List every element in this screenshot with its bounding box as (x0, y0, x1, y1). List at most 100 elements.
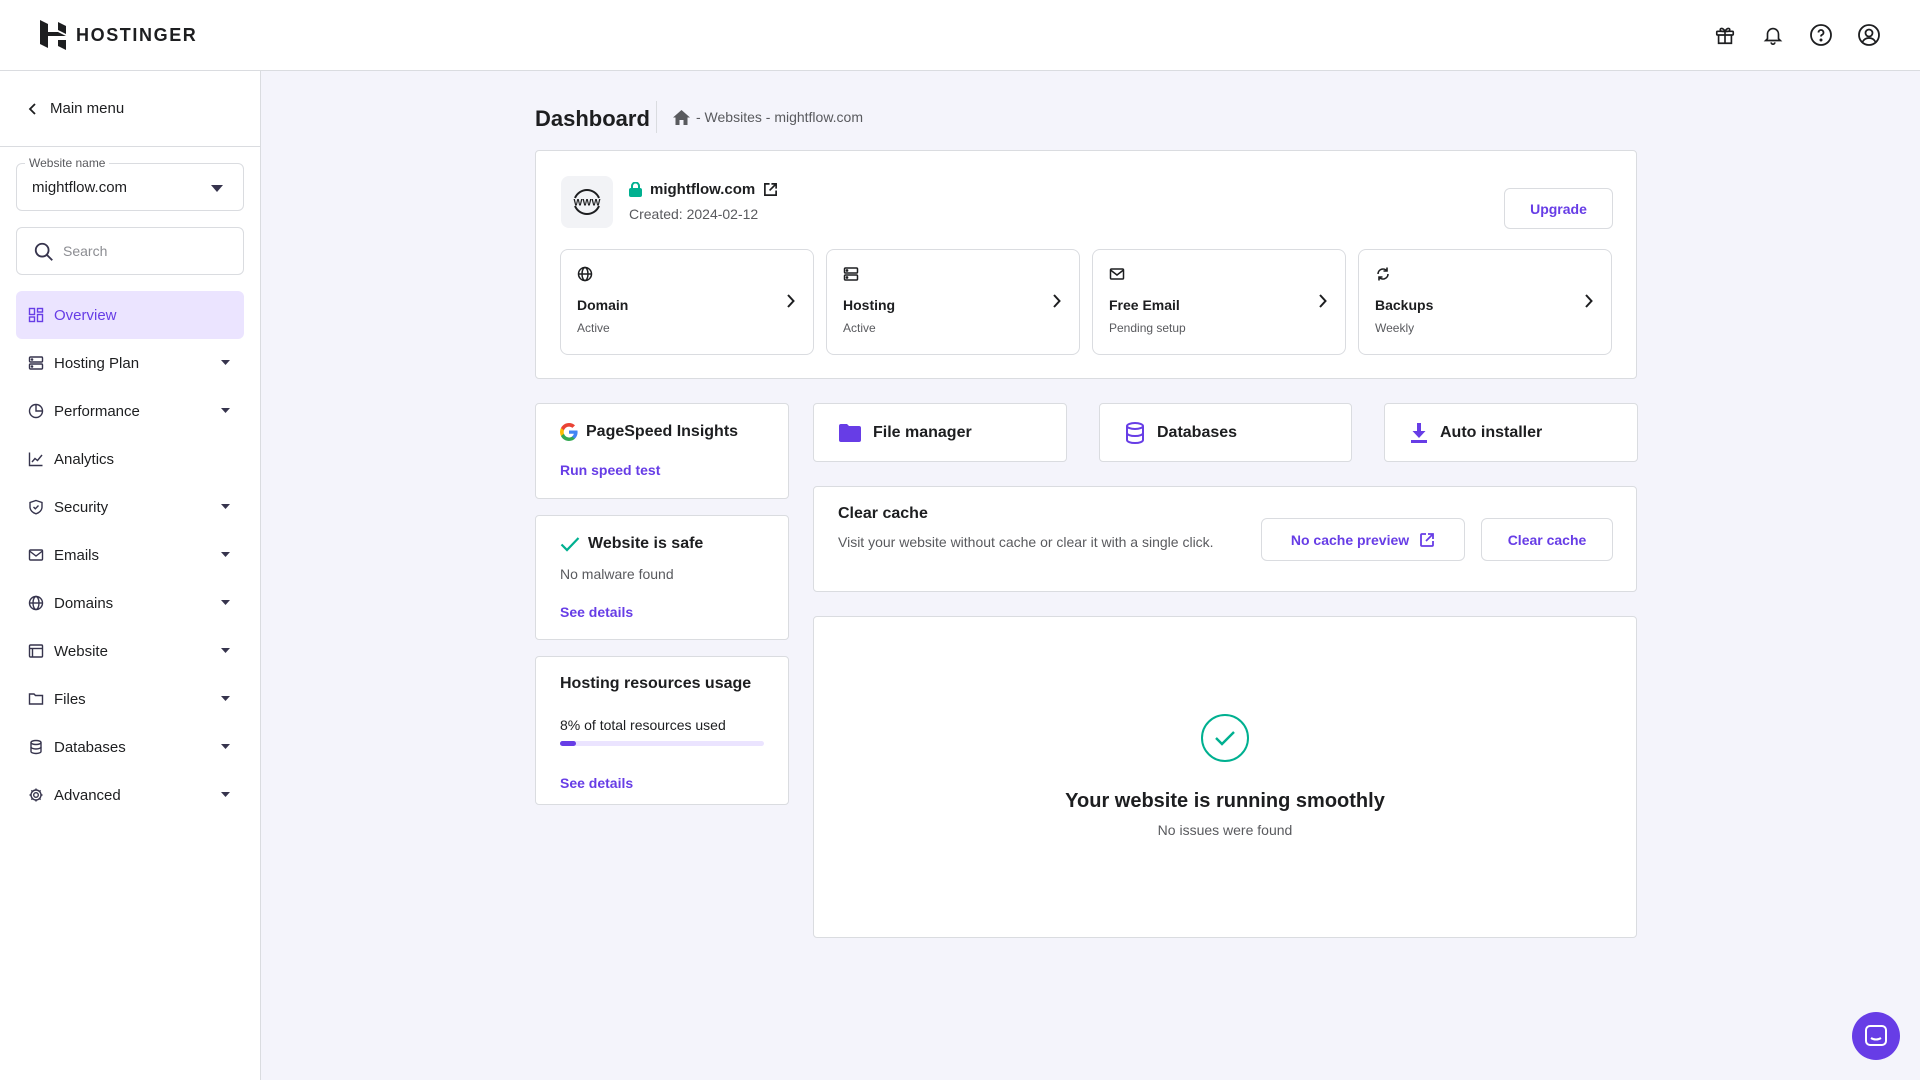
sidebar-item-domains[interactable]: Domains (16, 579, 244, 627)
main-menu-button[interactable]: Main menu (0, 71, 260, 147)
sidebar-item-label: Website (54, 642, 108, 660)
cache-description: Visit your website without cache or clea… (838, 534, 1214, 550)
sidebar-item-label: Overview (54, 306, 117, 324)
chat-icon (1865, 1025, 1887, 1046)
tile-status: Active (577, 321, 610, 335)
chevron-right-icon (1053, 294, 1061, 308)
sidebar-item-security[interactable]: Security (16, 483, 244, 531)
sidebar-item-label: Analytics (54, 450, 115, 468)
refresh-icon (1377, 267, 1389, 281)
caret-down-icon (221, 792, 230, 797)
site-domain-link[interactable]: mightflow.com (650, 181, 755, 198)
tile-title: Domain (577, 297, 629, 313)
upgrade-button[interactable]: Upgrade (1504, 188, 1613, 229)
home-icon[interactable] (673, 109, 690, 125)
sidebar-item-performance[interactable]: Performance (16, 387, 244, 435)
sidebar-item-analytics[interactable]: Analytics (16, 435, 244, 483)
check-icon (560, 537, 580, 552)
file-manager-button[interactable]: File manager (813, 403, 1067, 462)
free-email-tile[interactable]: Free Email Pending setup (1092, 249, 1346, 355)
sidebar-item-label: Security (54, 498, 109, 516)
pagespeed-header: PageSpeed Insights (560, 423, 738, 441)
sidebar-item-label: Hosting Plan (54, 354, 140, 372)
pagespeed-card: PageSpeed Insights Run speed test (535, 403, 789, 499)
download-icon (1411, 422, 1427, 443)
sidebar-item-label: Advanced (54, 786, 121, 804)
chevron-right-icon (1585, 294, 1593, 308)
gift-icon[interactable] (1710, 20, 1740, 50)
chevron-left-icon (28, 102, 36, 115)
chat-support-button[interactable] (1852, 1012, 1900, 1060)
tile-status: Pending setup (1109, 321, 1186, 335)
website-status-card: Your website is running smoothly No issu… (813, 616, 1637, 938)
website-select-legend: Website name (25, 156, 110, 170)
hostinger-logo[interactable]: HOSTINGER (40, 20, 197, 50)
safe-header: Website is safe (560, 535, 703, 553)
sidebar-item-label: Databases (54, 738, 126, 756)
sidebar-item-emails[interactable]: Emails (16, 531, 244, 579)
resources-see-details-link[interactable]: See details (560, 775, 633, 791)
no-cache-preview-label: No cache preview (1290, 531, 1410, 548)
caret-down-icon (221, 600, 230, 605)
lock-icon (629, 182, 642, 197)
help-icon[interactable] (1806, 20, 1836, 50)
folder-icon (839, 423, 861, 442)
run-speed-test-link[interactable]: Run speed test (560, 462, 660, 478)
resources-progress-bar (560, 741, 764, 746)
external-link-icon[interactable] (763, 182, 778, 197)
pagespeed-title: PageSpeed Insights (586, 423, 739, 440)
sidebar-item-files[interactable]: Files (16, 675, 244, 723)
backups-tile[interactable]: Backups Weekly (1358, 249, 1612, 355)
caret-down-icon (221, 504, 230, 509)
safe-title: Website is safe (588, 535, 704, 552)
caret-down-icon (221, 408, 230, 413)
sidebar-item-label: Performance (54, 402, 140, 420)
www-icon: WWW (561, 176, 613, 228)
databases-button[interactable]: Databases (1099, 403, 1352, 462)
account-icon[interactable] (1854, 20, 1884, 50)
header-actions (1710, 20, 1884, 50)
external-link-icon (1420, 532, 1435, 547)
search-icon (34, 242, 53, 261)
globe-icon (28, 595, 44, 611)
quick-action-label: Databases (1157, 423, 1238, 441)
svg-text:WWW: WWW (574, 198, 601, 209)
sidebar-item-label: Files (54, 690, 86, 708)
sidebar-item-databases[interactable]: Databases (16, 723, 244, 771)
top-bar: HOSTINGER (0, 0, 1920, 71)
chevron-right-icon (787, 294, 795, 308)
bell-icon[interactable] (1758, 20, 1788, 50)
domain-tile[interactable]: Domain Active (560, 249, 814, 355)
sidebar-item-overview[interactable]: Overview (16, 291, 244, 339)
caret-down-icon (221, 696, 230, 701)
shield-icon (29, 499, 43, 515)
safe-subtitle: No malware found (560, 566, 674, 582)
sidebar-search (16, 227, 244, 275)
search-input[interactable] (63, 238, 233, 264)
sidebar-nav: Overview Hosting Plan Performance Analyt… (16, 291, 244, 819)
google-icon (560, 423, 578, 441)
mail-icon (1109, 268, 1125, 280)
grid-icon (28, 307, 44, 323)
title-divider (656, 101, 657, 133)
trend-icon (28, 452, 43, 467)
sidebar-item-hosting-plan[interactable]: Hosting Plan (16, 339, 244, 387)
sidebar: Main menu Website name mightflow.com Ove… (0, 71, 261, 1080)
security-see-details-link[interactable]: See details (560, 604, 633, 620)
browser-icon (28, 644, 44, 658)
website-name-select[interactable]: Website name mightflow.com (16, 156, 244, 211)
hosting-tile[interactable]: Hosting Active (826, 249, 1080, 355)
gear-icon (29, 788, 43, 802)
auto-installer-button[interactable]: Auto installer (1384, 403, 1638, 462)
hostinger-logo-icon (40, 20, 66, 50)
website-safe-card: Website is safe No malware found See det… (535, 515, 789, 640)
site-created-date: Created: 2024-02-12 (629, 206, 759, 222)
sidebar-item-advanced[interactable]: Advanced (16, 771, 244, 819)
chevron-right-icon (1319, 294, 1327, 308)
brand-name: HOSTINGER (76, 24, 198, 45)
sidebar-item-website[interactable]: Website (16, 627, 244, 675)
clear-cache-button[interactable]: Clear cache (1481, 518, 1613, 561)
tile-title: Backups (1375, 297, 1434, 313)
tile-title: Free Email (1109, 297, 1180, 313)
no-cache-preview-button[interactable]: No cache preview (1261, 518, 1465, 561)
